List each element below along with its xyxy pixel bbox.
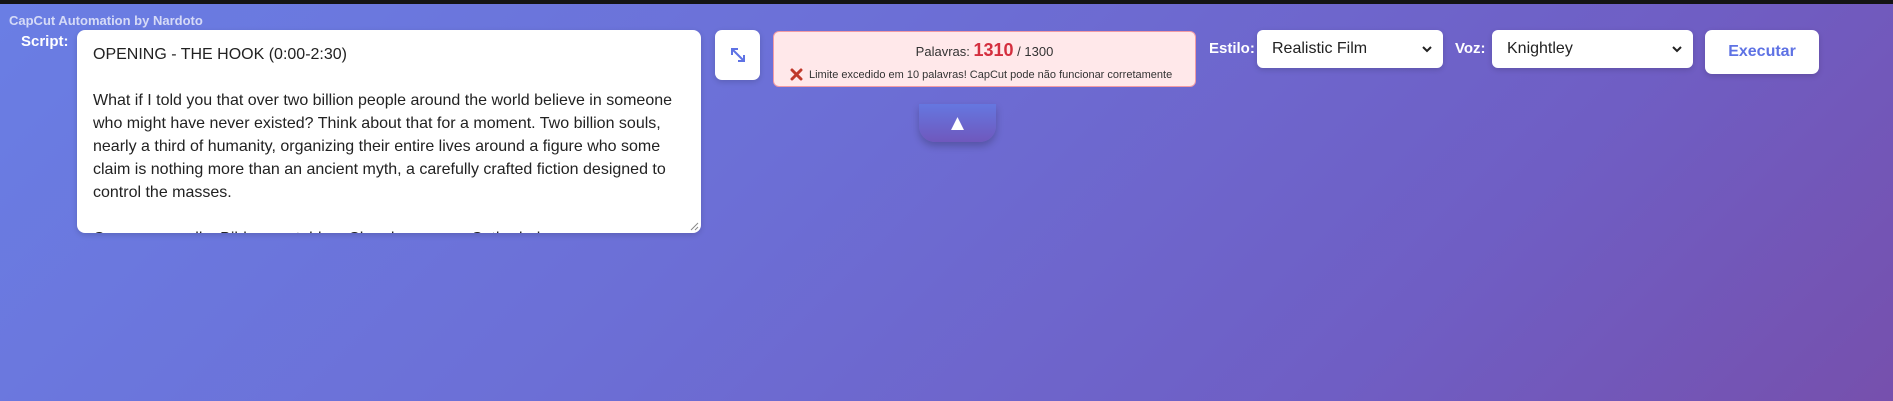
style-select[interactable]: Realistic Film — [1257, 30, 1443, 68]
style-label: Estilo: — [1209, 40, 1255, 57]
voice-select-value: Knightley — [1507, 40, 1573, 57]
script-text[interactable]: OPENING - THE HOOK (0:00-2:30) What if I… — [93, 43, 685, 233]
resize-grip-icon[interactable] — [690, 222, 699, 231]
word-count-panel: Palavras: 1310 / 1300 Limite excedido em… — [773, 31, 1196, 87]
voice-label: Voz: — [1455, 40, 1486, 57]
red-x-icon — [790, 68, 803, 81]
expand-button[interactable] — [715, 30, 760, 80]
word-count-current: 1310 — [973, 40, 1014, 60]
word-limit-warning-text: Limite excedido em 10 palavras! CapCut p… — [809, 68, 1173, 81]
chevron-down-icon — [1672, 46, 1682, 53]
word-count-limit: / 1300 — [1017, 44, 1054, 59]
style-select-value: Realistic Film — [1272, 40, 1368, 57]
chevron-down-icon — [1422, 46, 1432, 53]
collapse-button[interactable]: ▲ — [919, 104, 996, 142]
run-button[interactable]: Executar — [1705, 30, 1819, 74]
app-title: CapCut Automation by Nardoto — [9, 13, 203, 28]
expand-arrows-icon — [730, 48, 745, 62]
voice-select[interactable]: Knightley — [1492, 30, 1693, 68]
triangle-up-icon: ▲ — [946, 110, 969, 135]
window-top-bar — [0, 0, 1893, 4]
word-count-label: Palavras: — [915, 44, 970, 59]
script-textarea[interactable]: OPENING - THE HOOK (0:00-2:30) What if I… — [77, 30, 701, 233]
word-limit-warning: Limite excedido em 10 palavras! CapCut p… — [790, 68, 1172, 81]
word-count: Palavras: 1310 / 1300 — [774, 40, 1195, 61]
script-label: Script: — [21, 33, 69, 50]
